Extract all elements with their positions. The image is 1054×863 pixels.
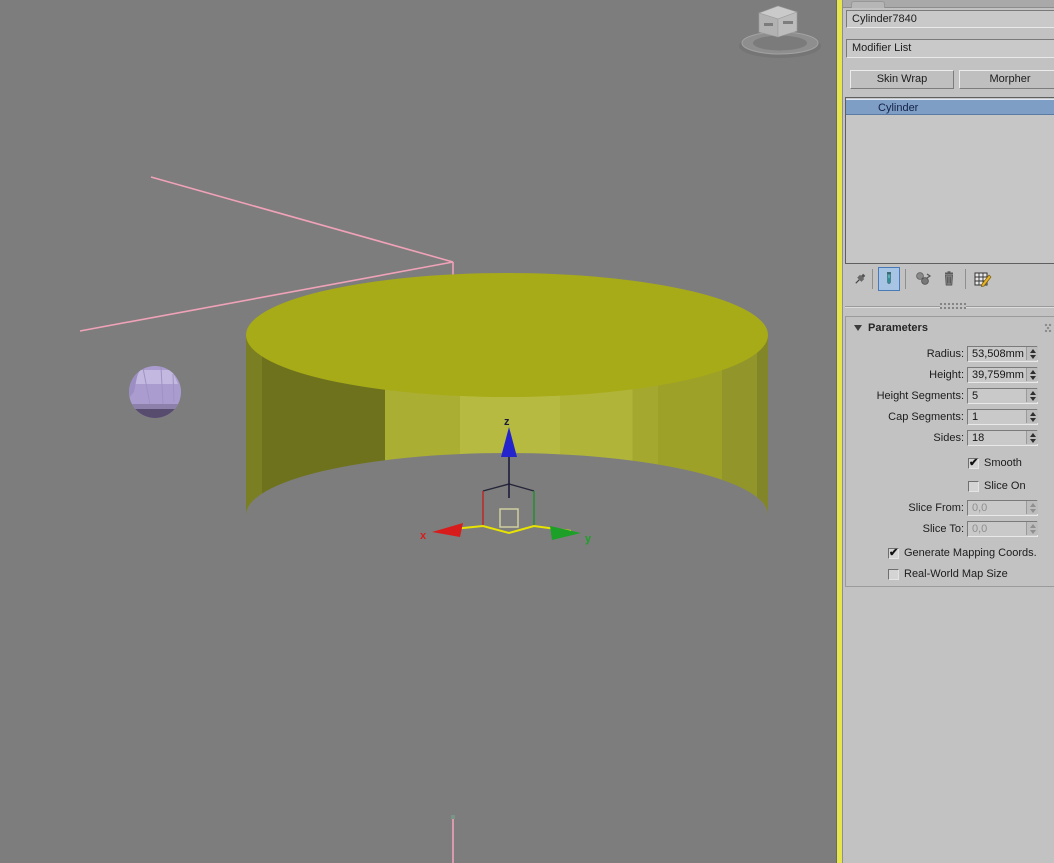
viewcube[interactable] (739, 5, 821, 58)
slice-to-spinner[interactable] (1026, 522, 1038, 535)
gizmo-x-label: x (420, 530, 427, 542)
modify-tab[interactable] (851, 1, 885, 8)
smooth-checkbox[interactable]: ✔ (968, 456, 979, 469)
slice-on-checkbox[interactable] (968, 480, 979, 492)
sphere-object[interactable] (125, 366, 185, 425)
object-name-field[interactable] (846, 10, 1054, 28)
stack-toolbar (843, 265, 1054, 295)
slice-from-spinner[interactable] (1026, 501, 1038, 514)
height-segments-spinner[interactable] (1026, 389, 1038, 402)
application-window: z x y Modifier (0, 0, 1054, 863)
radius-row: Radius: 53,508mm (846, 346, 1054, 363)
rollout-title: Parameters (868, 322, 928, 334)
make-unique-icon (916, 272, 932, 285)
rollout-grip-icon (1044, 323, 1053, 332)
sides-spinner[interactable] (1026, 431, 1038, 444)
toolbar-separator (965, 269, 966, 289)
gizmo-z-label: z (504, 416, 510, 428)
sides-row: Sides: 18 (846, 430, 1054, 447)
modifier-list-dropdown[interactable]: Modifier List (846, 39, 1054, 58)
cap-segments-label: Cap Segments: (888, 411, 964, 423)
remove-modifier-button[interactable] (938, 267, 960, 291)
pin-icon (855, 273, 866, 284)
cylinder-object[interactable] (246, 273, 768, 515)
morpher-button[interactable]: Morpher (959, 70, 1054, 89)
cylinder-top-cap (246, 273, 768, 397)
height-segments-row: Height Segments: 5 (846, 388, 1054, 405)
modifier-stack-list[interactable]: Cylinder (845, 97, 1054, 264)
check-icon: ✔ (969, 456, 979, 469)
generate-mapping-coords-row[interactable]: ✔ Generate Mapping Coords. (888, 546, 1037, 560)
slice-to-row: Slice To: 0,0 (846, 521, 1054, 538)
gizmo-center-square (499, 508, 519, 528)
smooth-checkbox-row[interactable]: ✔ Smooth (968, 456, 1022, 470)
cap-segments-row: Cap Segments: 1 (846, 409, 1054, 426)
radius-label: Radius: (926, 348, 964, 360)
stack-item-cylinder[interactable]: Cylinder (846, 99, 1054, 115)
real-world-map-size-row[interactable]: Real-World Map Size (888, 567, 1008, 581)
panel-resize-handle[interactable] (940, 303, 966, 309)
slice-from-row: Slice From: 0,0 (846, 500, 1054, 517)
command-panel: Modifier List Skin Wrap Morpher Cylinder (843, 0, 1054, 863)
pin-stack-button[interactable] (849, 267, 871, 291)
height-row: Height: 39,759mm (846, 367, 1054, 384)
check-icon: ✔ (889, 546, 899, 559)
real-world-map-size-checkbox[interactable] (888, 568, 899, 580)
slice-on-checkbox-row[interactable]: Slice On (968, 479, 1026, 493)
slice-to-label: Slice To: (922, 523, 964, 535)
parameters-rollout: Parameters Radius: 53,508mm Height: 39,7… (845, 316, 1054, 587)
slice-on-label: Slice On (984, 480, 1026, 492)
rollout-open-arrow-icon (854, 325, 862, 331)
parameters-rollout-header[interactable]: Parameters (846, 319, 1054, 337)
test-tube-icon (887, 272, 891, 284)
toolbar-separator (905, 269, 906, 289)
real-world-map-size-label: Real-World Map Size (904, 568, 1008, 580)
perspective-viewport[interactable]: z x y (0, 0, 836, 863)
slice-from-label: Slice From: (908, 502, 964, 514)
make-unique-button[interactable] (912, 267, 934, 291)
gizmo-x-arrow[interactable] (432, 523, 463, 537)
viewport-canvas: z x y (79, 5, 821, 863)
height-segments-label: Height Segments: (876, 390, 964, 402)
smooth-label: Smooth (984, 457, 1022, 469)
cap-segments-spinner[interactable] (1026, 410, 1038, 423)
configure-modifier-sets-button[interactable] (972, 267, 994, 291)
sides-label: Sides: (933, 432, 964, 444)
spline-vertex-tick (451, 815, 455, 819)
gizmo-y-label: y (585, 533, 592, 545)
height-label: Height: (929, 369, 964, 381)
trash-icon (945, 271, 953, 286)
generate-mapping-coords-checkbox[interactable]: ✔ (888, 546, 899, 559)
skin-wrap-button[interactable]: Skin Wrap (850, 70, 954, 89)
panel-tab-strip[interactable] (843, 0, 1054, 8)
configure-sets-icon (974, 272, 992, 287)
height-spinner[interactable] (1026, 368, 1038, 381)
generate-mapping-coords-label: Generate Mapping Coords. (904, 547, 1037, 559)
gizmo-y-arrow[interactable] (550, 526, 581, 540)
radius-spinner[interactable] (1026, 347, 1038, 360)
show-end-result-button[interactable] (878, 267, 900, 291)
toolbar-separator (872, 269, 873, 289)
